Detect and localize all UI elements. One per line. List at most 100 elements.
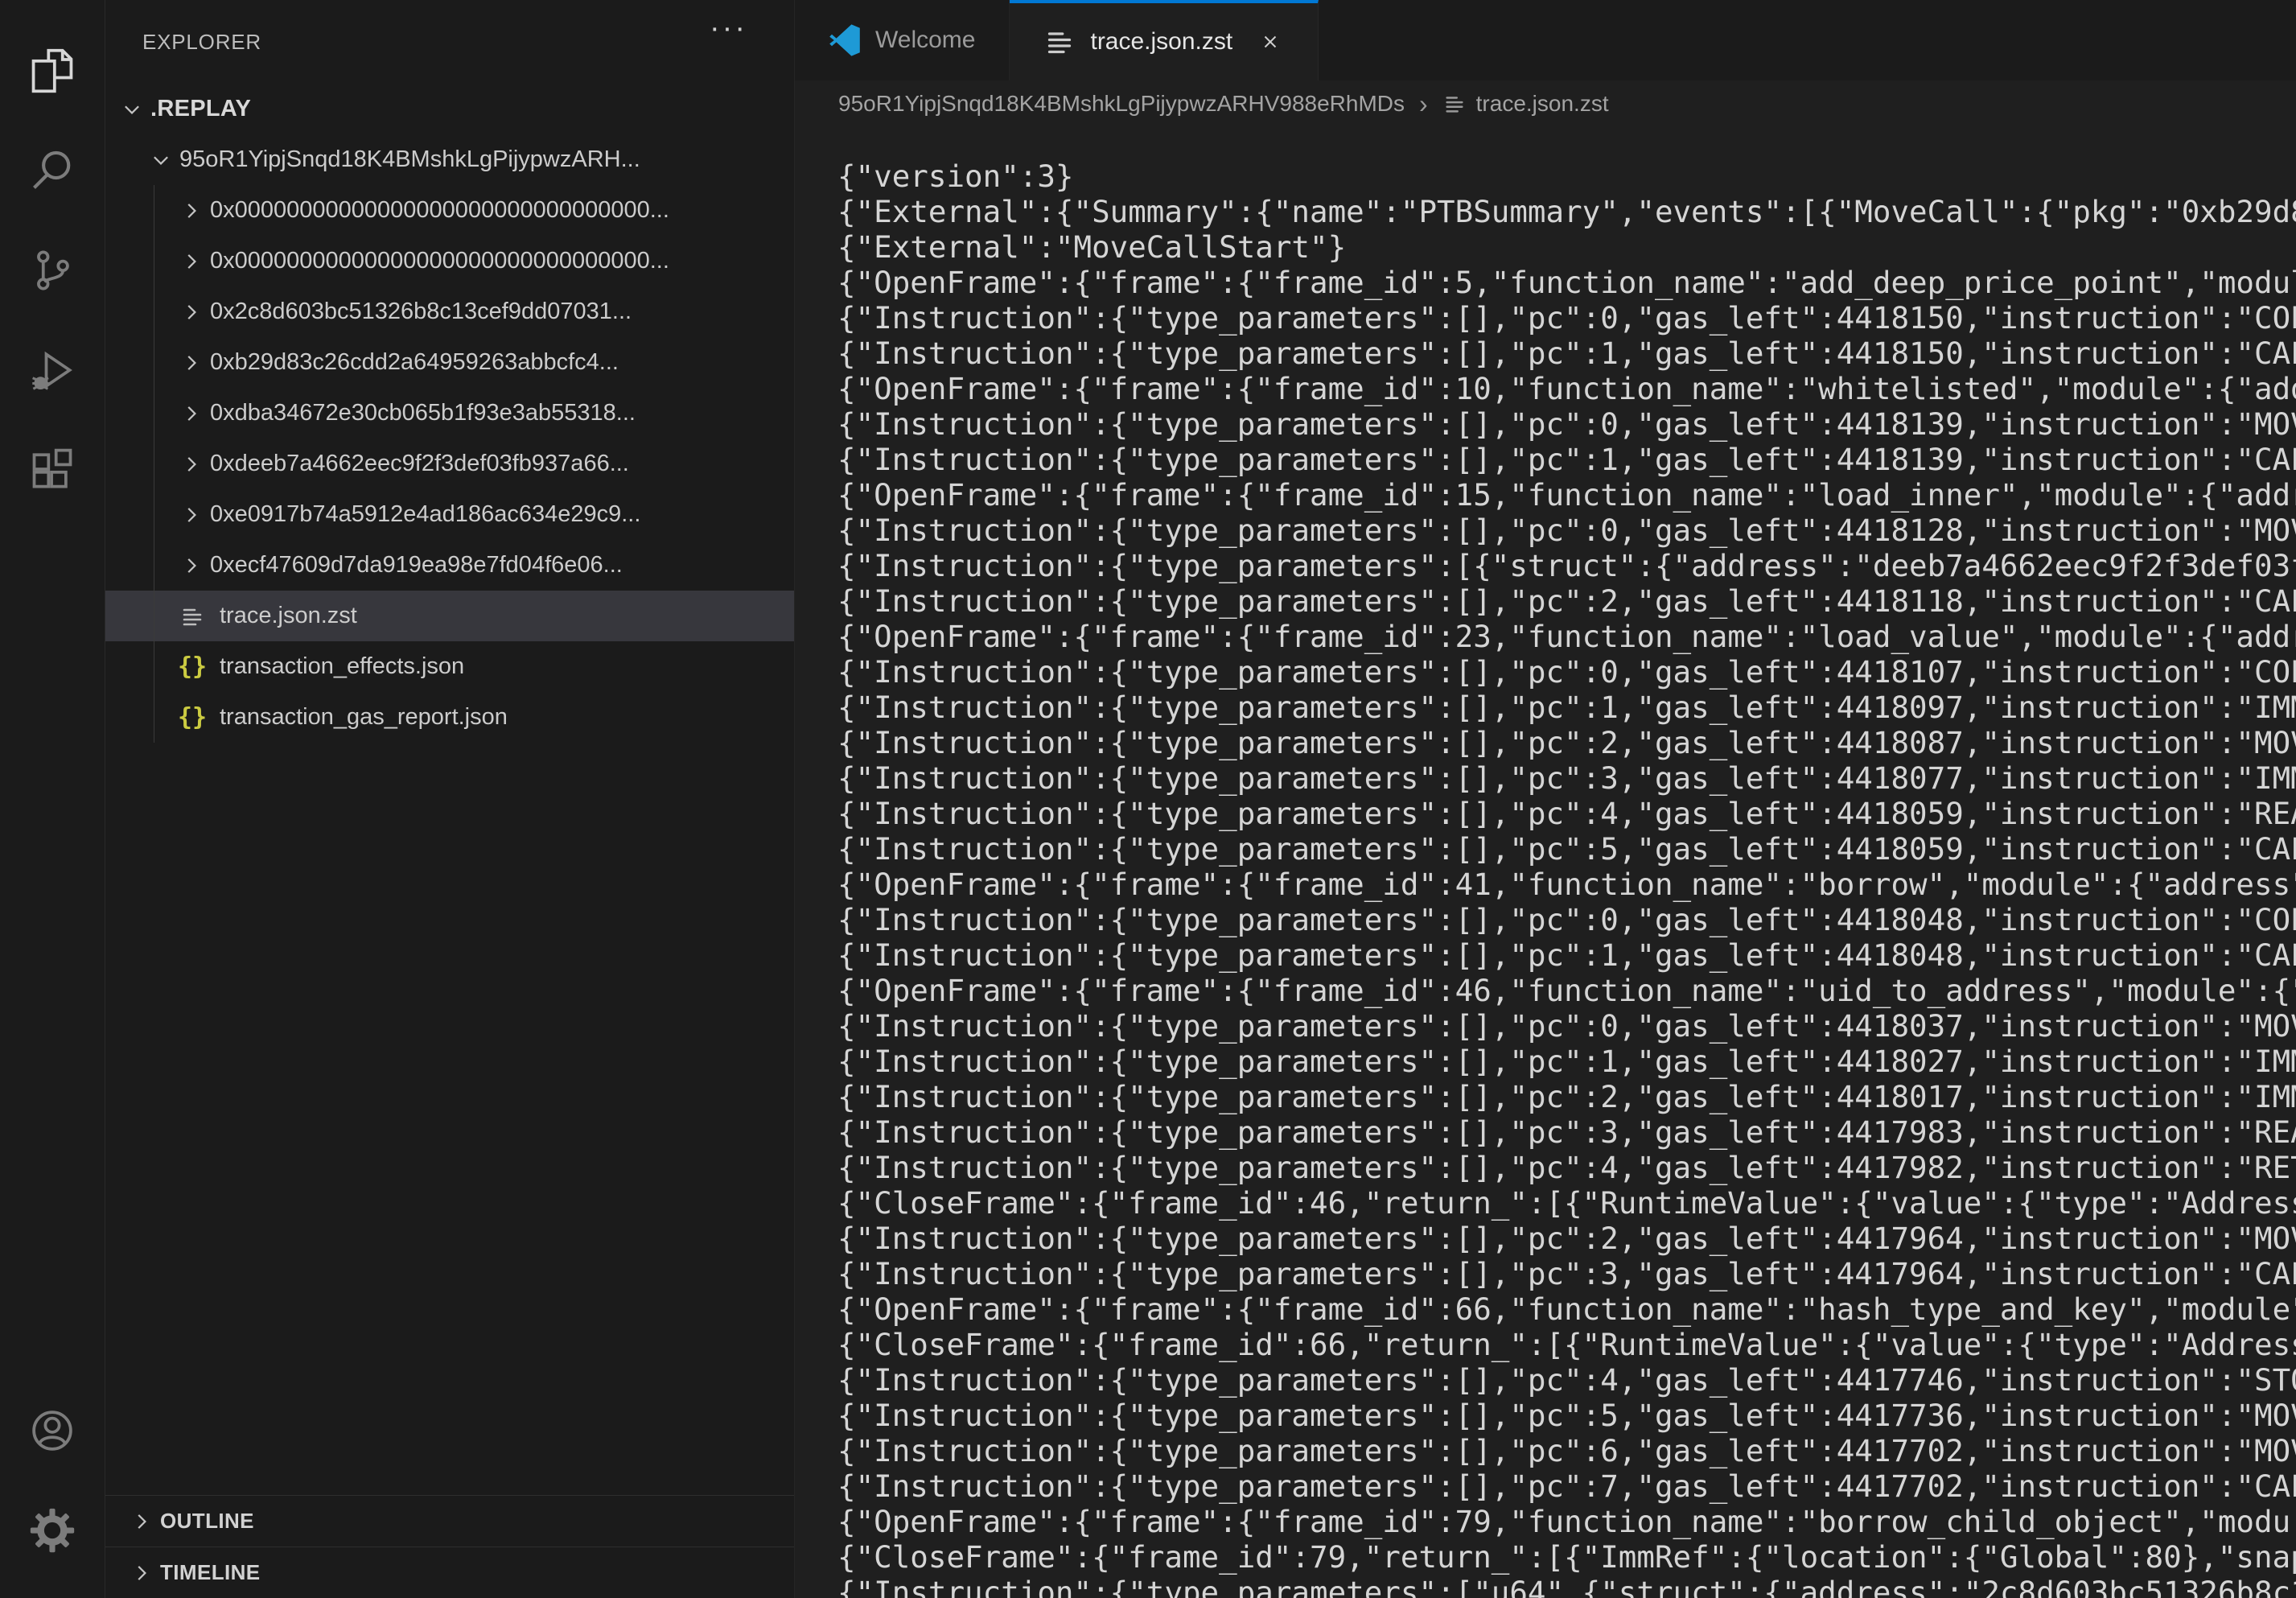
code-line[interactable]: {"Instruction":{"type_parameters":[],"pc… <box>837 1256 2296 1291</box>
section-outline[interactable]: OUTLINE <box>105 1495 794 1547</box>
code-line[interactable]: {"OpenFrame":{"frame":{"frame_id":66,"fu… <box>837 1291 2296 1327</box>
tree-item[interactable]: 0xdba34672e30cb065b1f93e3ab55318... <box>105 388 794 439</box>
code-line[interactable]: {"Instruction":{"type_parameters":[],"pc… <box>837 300 2296 336</box>
tree-item[interactable]: .REPLAY <box>105 84 794 134</box>
tree-item-label: transaction_effects.json <box>220 653 464 680</box>
chevron-down-icon <box>118 96 146 123</box>
tree-item-label: trace.json.zst <box>220 603 357 629</box>
activity-extensions-button[interactable] <box>0 420 105 520</box>
code-line[interactable]: {"OpenFrame":{"frame":{"frame_id":79,"fu… <box>837 1504 2296 1539</box>
tree-item[interactable]: 95oR1YipjSnqd18K4BMshkLgPijypwzARH... <box>105 134 794 185</box>
code-line[interactable]: {"Instruction":{"type_parameters":[],"pc… <box>837 1114 2296 1150</box>
tree-item-label: 0xecf47609d7da919ea98e7fd04f6e06... <box>210 552 623 579</box>
code-line[interactable]: {"Instruction":{"type_parameters":[],"pc… <box>837 796 2296 831</box>
tree-item[interactable]: {}transaction_effects.json <box>105 641 794 692</box>
tab-welcome[interactable]: Welcome <box>795 0 1010 80</box>
tab-bar: Welcome trace.json.zst <box>795 0 2296 80</box>
code-line[interactable]: {"Instruction":{"type_parameters":[],"pc… <box>837 1044 2296 1079</box>
activity-explorer-button[interactable] <box>0 21 105 121</box>
code-line[interactable]: {"Instruction":{"type_parameters":[],"pc… <box>837 1468 2296 1504</box>
tree-item[interactable]: 0xecf47609d7da919ea98e7fd04f6e06... <box>105 540 794 591</box>
tree-item[interactable]: 0xe0917b74a5912e4ad186ac634e29c9... <box>105 489 794 540</box>
code-line[interactable]: {"Instruction":{"type_parameters":[],"pc… <box>837 1079 2296 1114</box>
code-line[interactable]: {"version":3} <box>837 159 2296 194</box>
code-line[interactable]: {"Instruction":{"type_parameters":[],"pc… <box>837 1398 2296 1433</box>
activity-settings-button[interactable] <box>0 1481 105 1580</box>
code-line[interactable]: {"Instruction":{"type_parameters":[],"pc… <box>837 1008 2296 1044</box>
files-icon <box>28 47 76 95</box>
extensions-icon <box>28 446 76 494</box>
file-lines-icon <box>178 602 207 631</box>
activity-bar-top <box>0 0 105 520</box>
sidebar-title: EXPLORER <box>142 30 261 55</box>
tree-item[interactable]: {}transaction_gas_report.json <box>105 692 794 743</box>
code-line[interactable]: {"Instruction":{"type_parameters":[],"pc… <box>837 1221 2296 1256</box>
tree-item[interactable]: 0xdeeb7a4662eec9f2f3def03fb937a66... <box>105 439 794 489</box>
chevron-right-icon <box>178 552 205 579</box>
breadcrumb-file[interactable]: trace.json.zst <box>1476 91 1609 117</box>
activity-run-debug-button[interactable] <box>0 320 105 420</box>
section-timeline[interactable]: TIMELINE <box>105 1547 794 1598</box>
file-lines-icon <box>1043 26 1076 58</box>
chevron-right-icon <box>128 1559 155 1587</box>
editor-content[interactable]: {"version":3}{"External":{"Summary":{"na… <box>795 127 2296 1598</box>
tree-item[interactable]: 0xb29d83c26cdd2a64959263abbcfc4... <box>105 337 794 388</box>
code-line[interactable]: {"Instruction":{"type_parameters":[],"pc… <box>837 831 2296 867</box>
vscode-window: EXPLORER ··· .REPLAY 95oR1YipjSnqd18K4BMs… <box>0 0 2296 1598</box>
code-line[interactable]: {"CloseFrame":{"frame_id":46,"return_":[… <box>837 1185 2296 1221</box>
code-line[interactable]: {"Instruction":{"type_parameters":[],"pc… <box>837 902 2296 937</box>
breadcrumb-folder[interactable]: 95oR1YipjSnqd18K4BMshkLgPijypwzARHV988eR… <box>838 91 1405 117</box>
tree-item[interactable]: trace.json.zst <box>105 591 794 641</box>
chevron-right-icon <box>178 248 205 275</box>
code-line[interactable]: {"Instruction":{"type_parameters":[],"pc… <box>837 513 2296 548</box>
code-line[interactable]: {"OpenFrame":{"frame":{"frame_id":15,"fu… <box>837 477 2296 513</box>
sidebar-header: EXPLORER ··· <box>105 0 794 84</box>
code-line[interactable]: {"Instruction":{"type_parameters":["u64"… <box>837 1575 2296 1598</box>
close-icon[interactable] <box>1257 28 1284 56</box>
code-line[interactable]: {"Instruction":{"type_parameters":[],"pc… <box>837 690 2296 725</box>
code-line[interactable]: {"Instruction":{"type_parameters":[],"pc… <box>837 654 2296 690</box>
more-actions-icon[interactable]: ··· <box>710 11 747 46</box>
activity-accounts-button[interactable] <box>0 1381 105 1481</box>
file-lines-icon <box>1442 92 1467 116</box>
code-line[interactable]: {"External":"MoveCallStart"} <box>837 229 2296 265</box>
code-line[interactable]: {"OpenFrame":{"frame":{"frame_id":23,"fu… <box>837 619 2296 654</box>
code-line[interactable]: {"OpenFrame":{"frame":{"frame_id":41,"fu… <box>837 867 2296 902</box>
code-line[interactable]: {"Instruction":{"type_parameters":[{"str… <box>837 548 2296 583</box>
code-line[interactable]: {"External":{"Summary":{"name":"PTBSumma… <box>837 194 2296 229</box>
account-icon <box>28 1406 76 1455</box>
code-line[interactable]: {"Instruction":{"type_parameters":[],"pc… <box>837 1433 2296 1468</box>
code-line[interactable]: {"OpenFrame":{"frame":{"frame_id":46,"fu… <box>837 973 2296 1008</box>
activity-search-button[interactable] <box>0 121 105 220</box>
tree-item-label: 0xb29d83c26cdd2a64959263abbcfc4... <box>210 349 619 376</box>
code-line[interactable]: {"Instruction":{"type_parameters":[],"pc… <box>837 442 2296 477</box>
activity-bar-bottom <box>0 1381 105 1598</box>
activity-source-control-button[interactable] <box>0 220 105 320</box>
chevron-right-icon <box>178 349 205 377</box>
code-line[interactable]: {"Instruction":{"type_parameters":[],"pc… <box>837 1150 2296 1185</box>
tree-item[interactable]: 0x2c8d603bc51326b8c13cef9dd07031... <box>105 286 794 337</box>
search-icon <box>28 146 76 195</box>
tree-item-label: 95oR1YipjSnqd18K4BMshkLgPijypwzARH... <box>179 146 640 173</box>
chevron-right-icon <box>178 299 205 326</box>
source-control-icon <box>28 246 76 294</box>
chevron-right-icon <box>178 451 205 478</box>
tree-item[interactable]: 0x00000000000000000000000000000000... <box>105 185 794 236</box>
code-line[interactable]: {"Instruction":{"type_parameters":[],"pc… <box>837 406 2296 442</box>
tree-item[interactable]: 0x00000000000000000000000000000000... <box>105 236 794 286</box>
vscode-icon <box>829 24 861 56</box>
code-line[interactable]: {"OpenFrame":{"frame":{"frame_id":5,"fun… <box>837 265 2296 300</box>
editor-group: Welcome trace.json.zst 95oR1YipjSnqd18K4B… <box>795 0 2296 1598</box>
code-line[interactable]: {"CloseFrame":{"frame_id":66,"return_":[… <box>837 1327 2296 1362</box>
tab-trace-json-zst[interactable]: trace.json.zst <box>1010 0 1319 80</box>
code-line[interactable]: {"Instruction":{"type_parameters":[],"pc… <box>837 725 2296 760</box>
tree-item-label: 0x00000000000000000000000000000000... <box>210 197 669 224</box>
code-line[interactable]: {"CloseFrame":{"frame_id":79,"return_":[… <box>837 1539 2296 1575</box>
code-line[interactable]: {"Instruction":{"type_parameters":[],"pc… <box>837 336 2296 371</box>
code-line[interactable]: {"Instruction":{"type_parameters":[],"pc… <box>837 1362 2296 1398</box>
code-line[interactable]: {"Instruction":{"type_parameters":[],"pc… <box>837 583 2296 619</box>
tab-label: trace.json.zst <box>1090 28 1232 56</box>
code-line[interactable]: {"Instruction":{"type_parameters":[],"pc… <box>837 937 2296 973</box>
code-line[interactable]: {"Instruction":{"type_parameters":[],"pc… <box>837 760 2296 796</box>
code-line[interactable]: {"OpenFrame":{"frame":{"frame_id":10,"fu… <box>837 371 2296 406</box>
